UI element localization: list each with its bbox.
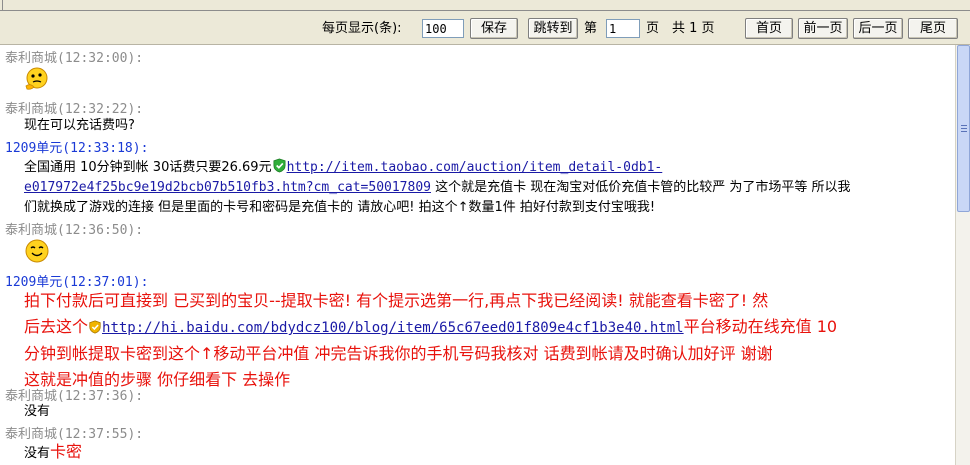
thinking-face-icon — [25, 67, 48, 90]
message-sender: 泰利商城(12:32:00): — [5, 51, 144, 66]
page-prefix-label: 第 — [584, 21, 598, 36]
baidu-blog-link[interactable]: http://hi.baidu.com/bdydcz100/blog/item/… — [102, 320, 684, 336]
chat-scrollbar[interactable] — [955, 45, 970, 465]
next-page-button[interactable]: 后一页 — [853, 18, 903, 39]
page-suffix-label: 页 — [646, 21, 660, 36]
message-text: 后去这个 — [24, 317, 89, 336]
message-text: 现在可以充话费吗? — [24, 118, 135, 133]
pagination-toolbar: 每页显示(条): 保存 跳转到 第 页 共 1 页 首页 前一页 后一页 尾页 — [0, 11, 970, 45]
save-button[interactable]: 保存 — [470, 18, 518, 39]
prev-page-button[interactable]: 前一页 — [798, 18, 848, 39]
message-body: 没有卡密 — [24, 442, 950, 464]
smile-face-icon — [25, 239, 49, 263]
message-sender: 泰利商城(12:32:22): — [5, 102, 144, 117]
last-page-button[interactable]: 尾页 — [908, 18, 958, 39]
chat-history: 泰利商城(12:32:00): 泰利商城(12:32:22): 现在可以充话费吗… — [0, 45, 955, 465]
message-body: 拍下付款后可直接到 已买到的宝贝--提取卡密! 有个提示选第一行,再点下我已经阅… — [24, 288, 950, 393]
message-text: 全国通用 10分钟到帐 30话费只要26.69元 — [24, 160, 272, 175]
window-top-border — [0, 0, 970, 11]
message-text: 没有 — [24, 404, 51, 419]
gold-shield-icon — [89, 320, 101, 334]
message-sender: 泰利商城(12:37:55): — [5, 427, 144, 442]
verified-shield-icon — [273, 158, 286, 173]
scroll-thumb[interactable] — [957, 45, 970, 212]
message-sender: 泰利商城(12:36:50): — [5, 223, 144, 238]
message-text: 拍下付款后可直接到 已买到的宝贝--提取卡密! 有个提示选第一行,再点下我已经阅… — [24, 291, 769, 310]
per-page-input[interactable] — [422, 19, 464, 38]
per-page-label: 每页显示(条): — [322, 21, 402, 36]
message-red-text: 卡密 — [50, 442, 83, 461]
first-page-button[interactable]: 首页 — [745, 18, 793, 39]
message-body: 全国通用 10分钟到帐 30话费只要26.69元 http://item.taob… — [24, 158, 950, 218]
message-text: 这个就是充值卡 现在淘宝对低价充值卡管的比较严 为了市场平等 所以我 — [431, 180, 851, 195]
message-sender: 1209单元(12:33:18): — [5, 141, 149, 156]
message-text: 分钟到帐提取卡密到这个↑移动平台冲值 冲完告诉我你的手机号码我核对 话费到帐请及… — [24, 344, 773, 363]
message-text: 没有 — [24, 446, 51, 461]
taobao-item-link[interactable]: http://item.taobao.com/auction/item_deta… — [287, 160, 663, 175]
message-text: 这就是冲值的步骤 你仔细看下 去操作 — [24, 370, 291, 389]
total-pages-label: 共 1 页 — [672, 21, 715, 36]
page-number-input[interactable] — [606, 19, 640, 38]
message-text: 平台移动在线充值 10 — [683, 317, 838, 336]
jump-button[interactable]: 跳转到 — [528, 18, 578, 39]
message-text: 们就换成了游戏的连接 但是里面的卡号和密码是充值卡的 请放心吧! 拍这个↑数量1… — [24, 200, 656, 215]
taobao-item-link-continued[interactable]: e017972e4f25bc9e19d2bcb07b510fb3.htm?cm_… — [24, 180, 431, 195]
